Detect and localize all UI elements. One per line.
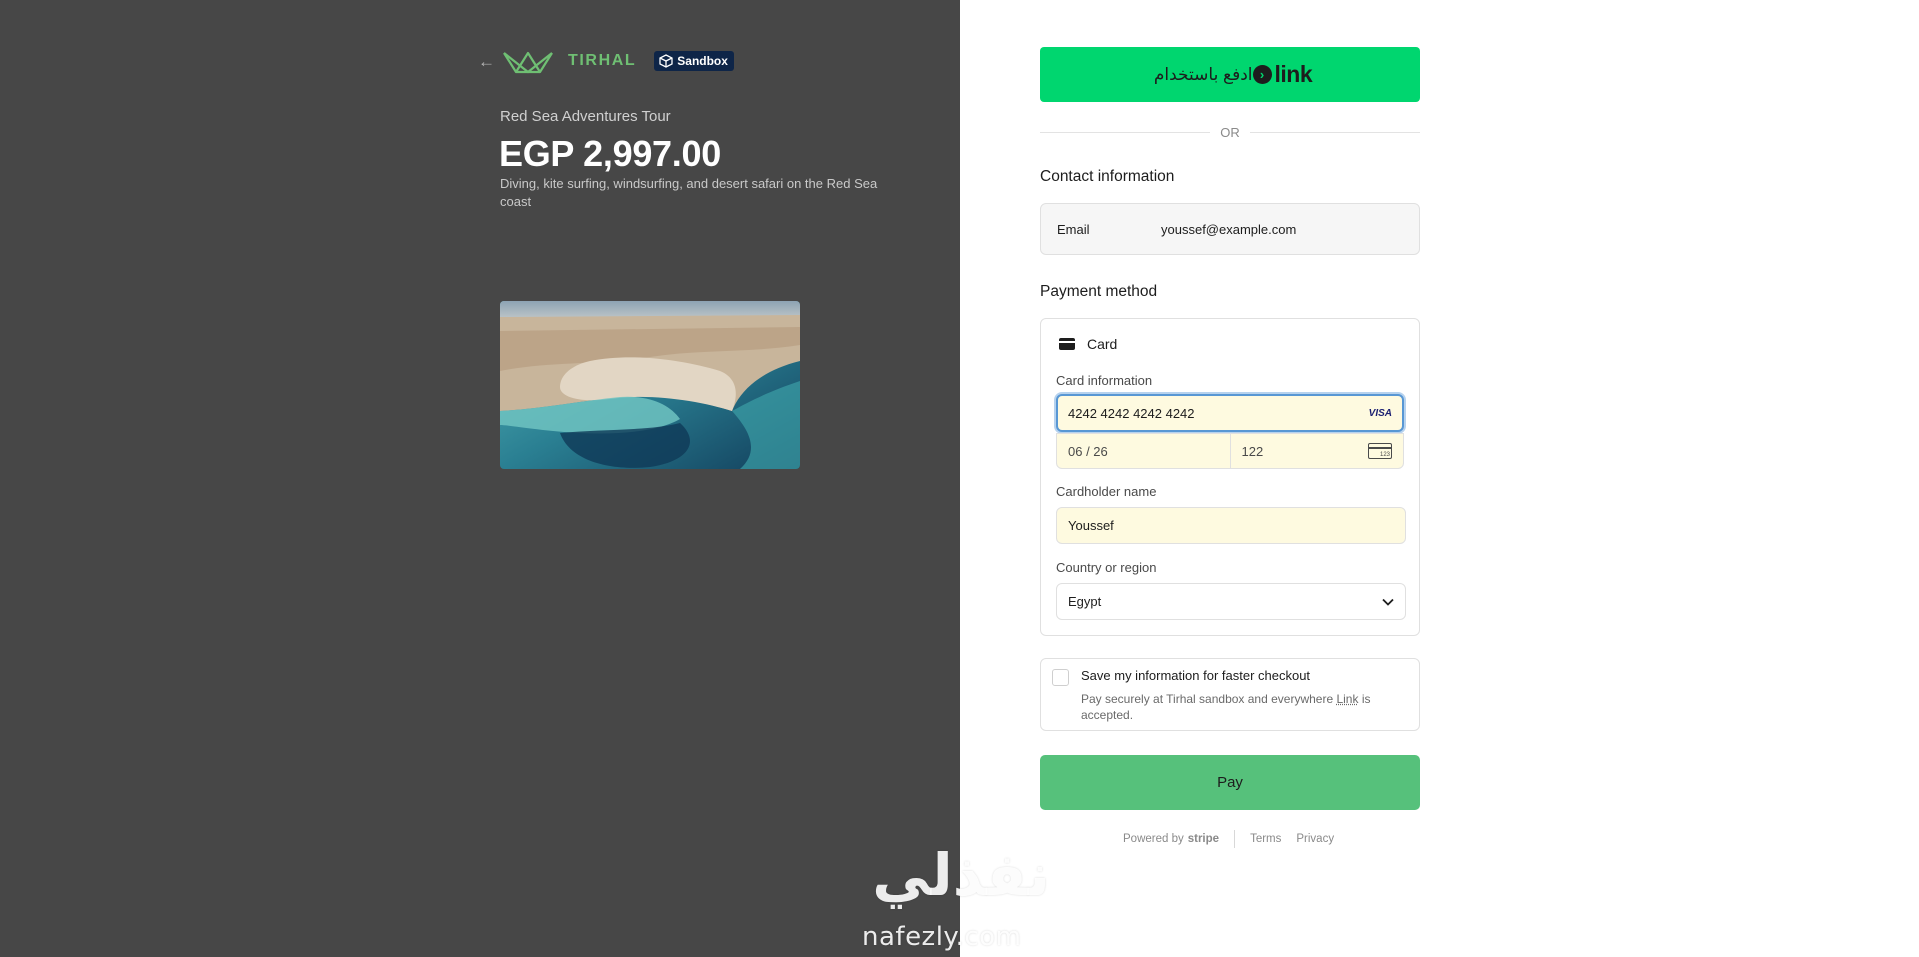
- cvc-value: 122: [1241, 443, 1264, 459]
- pay-with-link-button[interactable]: ادفع باستخدام › link: [1040, 47, 1420, 102]
- terms-link[interactable]: Terms: [1250, 833, 1281, 845]
- powered-by-label: Powered by: [1123, 833, 1184, 845]
- watermark-latin: nafezly.com: [862, 922, 1022, 952]
- save-info-title: Save my information for faster checkout: [1081, 668, 1311, 683]
- cardholder-label: Cardholder name: [1056, 484, 1157, 499]
- card-number-input[interactable]: 4242 4242 4242 4242 VISA: [1056, 394, 1404, 432]
- or-label: OR: [1220, 125, 1240, 140]
- link-button-label: ادفع باستخدام: [1153, 64, 1253, 84]
- merchant-header: ← TIRHAL Sandbox: [478, 44, 734, 78]
- crown-logo-icon: [502, 47, 554, 75]
- visa-icon: VISA: [1368, 407, 1392, 419]
- link-brand: link: [1274, 61, 1313, 87]
- cardholder-value: Youssef: [1068, 518, 1114, 533]
- contact-section-title: Contact information: [1040, 168, 1175, 185]
- or-divider: OR: [1040, 125, 1420, 140]
- save-info-subtitle-prefix: Pay securely at Tirhal sandbox and every…: [1081, 692, 1337, 706]
- card-info-label: Card information: [1056, 373, 1153, 388]
- divider-line: [1040, 132, 1211, 133]
- divider-line: [1249, 132, 1420, 133]
- chevron-down-icon: [1382, 598, 1394, 606]
- cardholder-name-input[interactable]: Youssef: [1056, 507, 1406, 544]
- email-label: Email: [1057, 221, 1090, 237]
- watermark: نفذلي nafezly.com: [852, 846, 1070, 956]
- cube-icon: [659, 54, 673, 68]
- payment-section-title: Payment method: [1040, 283, 1158, 300]
- checkout-footer: Powered by stripe Terms Privacy: [1123, 830, 1334, 848]
- sandbox-badge: Sandbox: [654, 51, 734, 71]
- watermark-arabic: نفذلي: [872, 841, 1050, 909]
- product-image: [500, 301, 800, 469]
- arrow-left-icon[interactable]: ←: [478, 53, 498, 70]
- product-name: Red Sea Adventures Tour: [500, 108, 671, 125]
- payment-method-box: Card Card information 4242 4242 4242 424…: [1040, 318, 1420, 636]
- credit-card-icon: [1059, 338, 1075, 350]
- merchant-name: TIRHAL: [568, 52, 637, 69]
- card-number-value: 4242 4242 4242 4242: [1068, 405, 1195, 421]
- product-price: EGP 2,997.00: [499, 133, 721, 174]
- chevron-right-icon: ›: [1252, 65, 1272, 84]
- product-summary-panel: ← TIRHAL Sandbox Red Sea Adventures Tour…: [0, 0, 960, 957]
- country-label: Country or region: [1056, 560, 1157, 575]
- cvc-icon-text: 123: [1379, 452, 1390, 458]
- stripe-logo[interactable]: stripe: [1188, 833, 1219, 845]
- cvc-input[interactable]: 122 123: [1229, 434, 1404, 468]
- email-field[interactable]: Email youssef@example.com: [1040, 203, 1420, 255]
- cvc-card-icon: 123: [1368, 443, 1392, 459]
- country-select[interactable]: Egypt: [1056, 583, 1406, 620]
- expiry-value: 06 / 26: [1068, 443, 1108, 459]
- privacy-link[interactable]: Privacy: [1296, 833, 1334, 845]
- save-info-checkbox[interactable]: [1052, 669, 1069, 686]
- card-method-label: Card: [1087, 336, 1118, 352]
- expiry-input[interactable]: 06 / 26: [1057, 434, 1230, 468]
- sandbox-label: Sandbox: [677, 54, 728, 68]
- product-description: Diving, kite surfing, windsurfing, and d…: [500, 176, 878, 209]
- card-expiry-cvc-row: 06 / 26 122 123: [1056, 433, 1404, 469]
- save-info-box: Save my information for faster checkout …: [1040, 658, 1420, 731]
- link-info-link[interactable]: Link: [1336, 692, 1358, 706]
- card-method-tab[interactable]: Card: [1059, 336, 1117, 352]
- footer-separator: [1234, 830, 1236, 848]
- country-value: Egypt: [1068, 594, 1102, 609]
- save-info-subtitle: Pay securely at Tirhal sandbox and every…: [1081, 691, 1411, 723]
- email-value: youssef@example.com: [1161, 221, 1297, 237]
- pay-button[interactable]: Pay: [1040, 755, 1420, 810]
